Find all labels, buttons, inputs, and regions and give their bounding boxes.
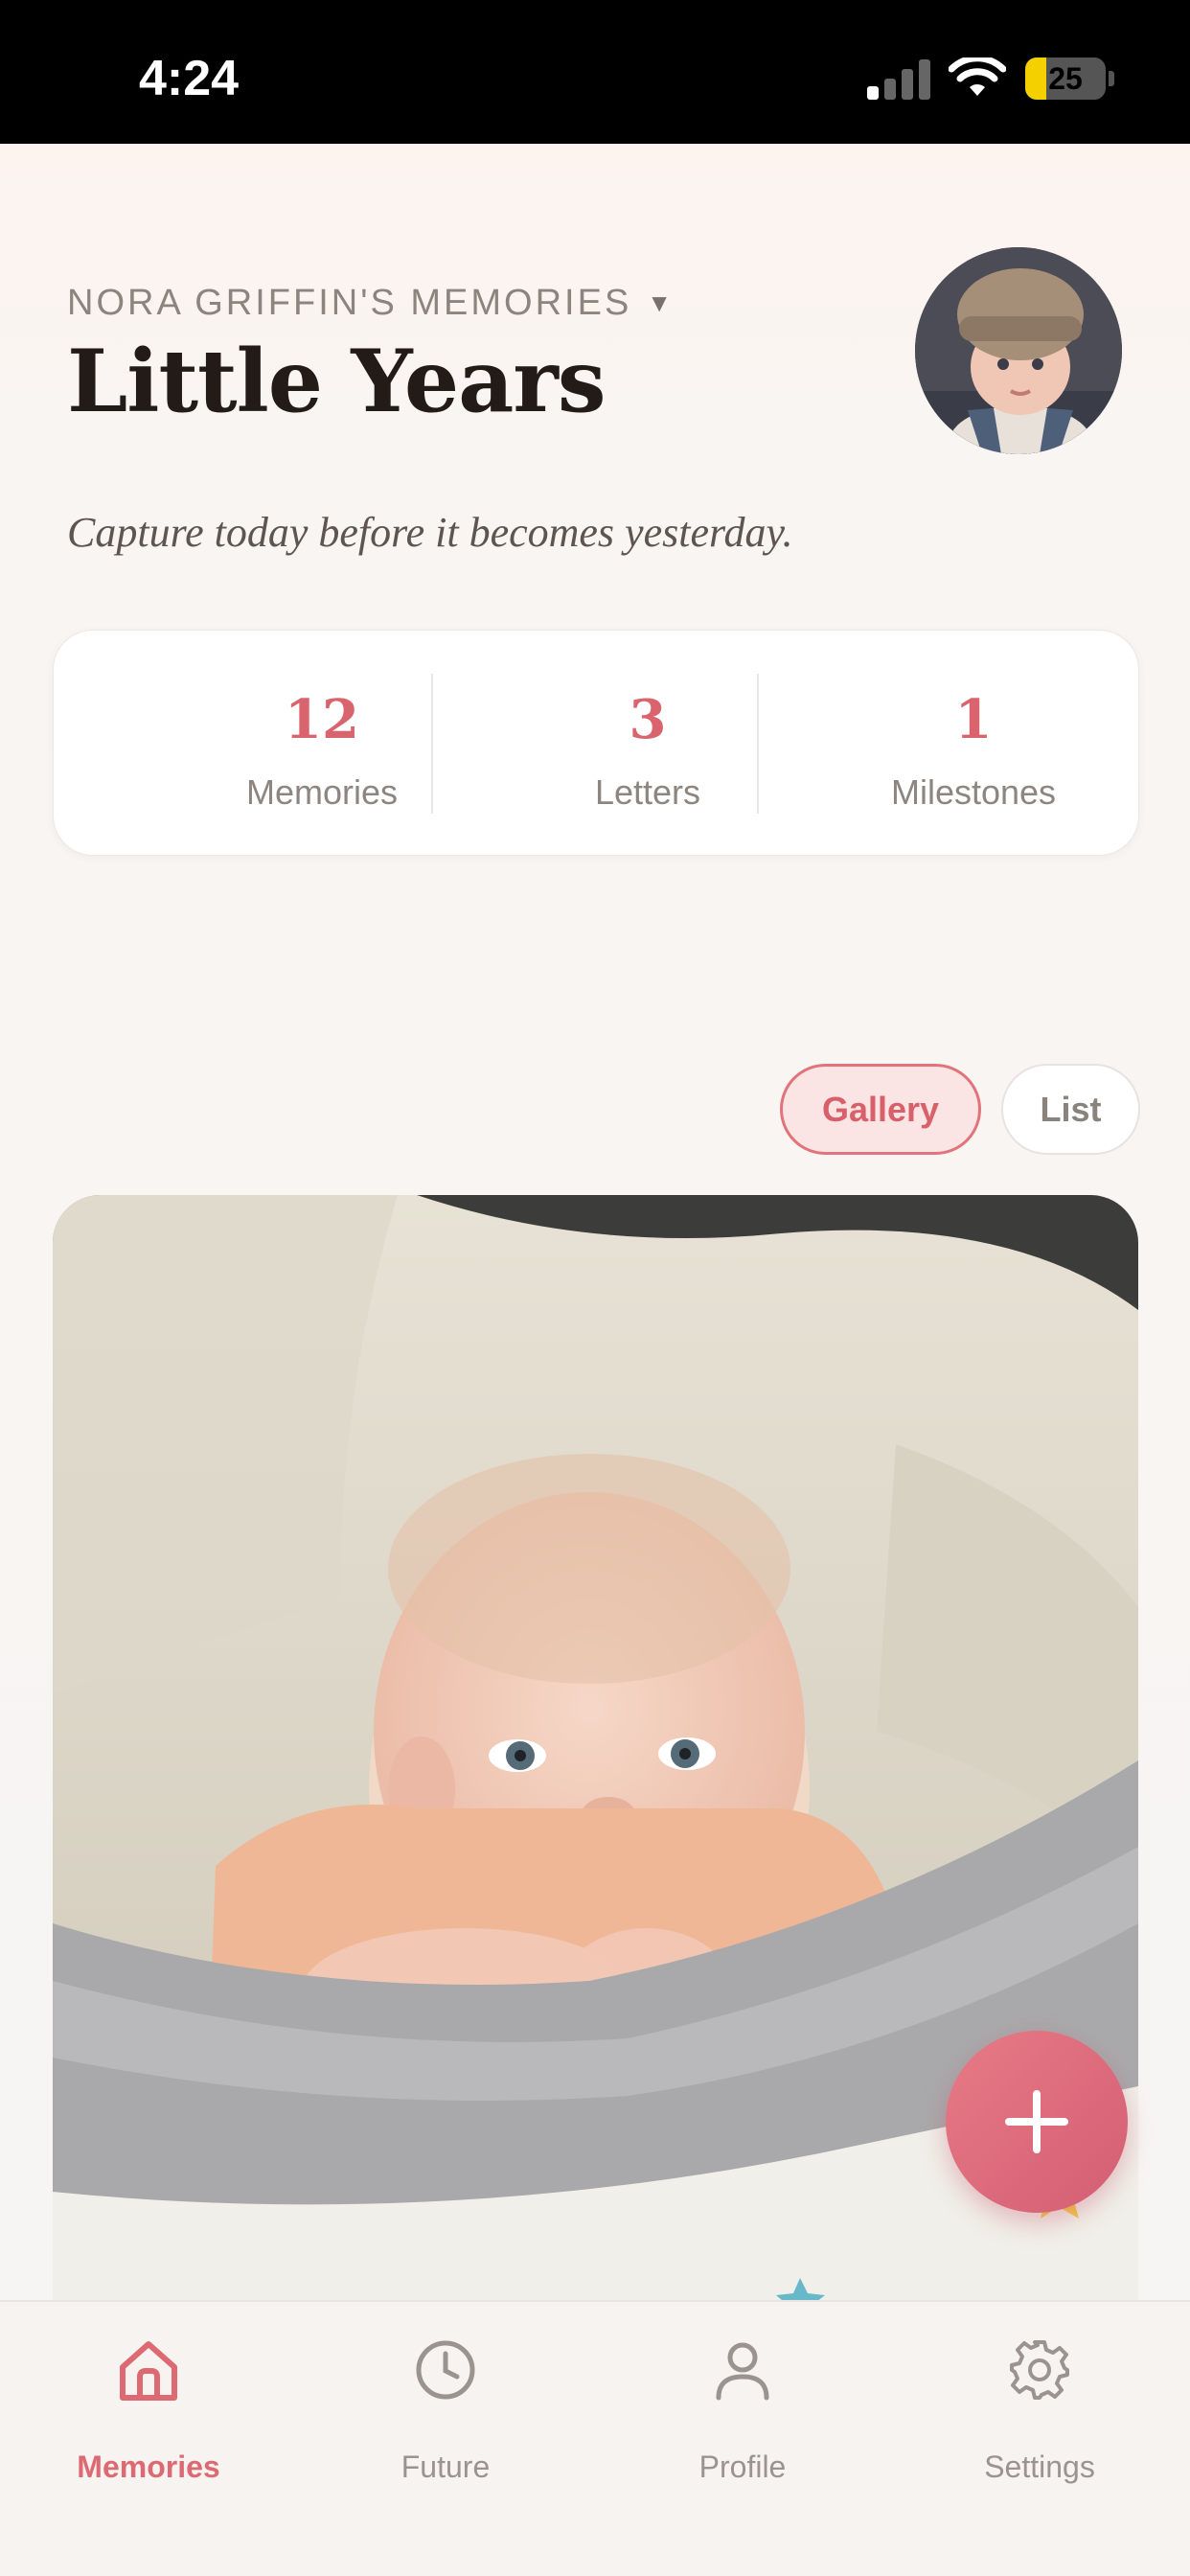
- tab-memories[interactable]: Memories: [24, 2338, 273, 2484]
- tab-future[interactable]: Future: [321, 2338, 570, 2484]
- divider: [431, 674, 433, 814]
- tab-label: Future: [400, 2450, 491, 2484]
- divider: [757, 674, 759, 814]
- stat-value: 12: [285, 688, 359, 751]
- caret-down-icon: ▼: [647, 288, 673, 317]
- stat-milestones[interactable]: 1 Milestones: [830, 631, 1117, 857]
- avatar[interactable]: [915, 247, 1122, 454]
- gear-icon: [1010, 2340, 1069, 2400]
- person-icon: [716, 2342, 769, 2401]
- status-bar: 4:24 25: [0, 0, 1190, 144]
- list-view-button[interactable]: List: [1001, 1064, 1140, 1155]
- stat-letters[interactable]: 3 Letters: [504, 631, 791, 857]
- tab-label: Profile: [698, 2450, 787, 2484]
- tab-settings[interactable]: Settings: [915, 2338, 1164, 2484]
- tab-bar: Memories Future Profile Settings: [0, 2300, 1190, 2576]
- plus-icon: [1005, 2090, 1068, 2153]
- profile-switcher[interactable]: NORA GRIFFIN'S MEMORIES ▼: [67, 283, 672, 324]
- profile-switcher-label: NORA GRIFFIN'S MEMORIES: [67, 283, 632, 323]
- tagline: Capture today before it becomes yesterda…: [67, 509, 793, 556]
- status-time: 4:24: [139, 51, 240, 106]
- stat-memories[interactable]: 12 Memories: [178, 631, 466, 857]
- stat-value: 3: [629, 688, 667, 751]
- signal-icon: [867, 58, 930, 100]
- page-title: Little Years: [67, 331, 606, 432]
- stat-value: 1: [954, 688, 993, 751]
- stat-label: Memories: [245, 772, 399, 812]
- stat-label: Milestones: [890, 772, 1057, 812]
- clock-icon: [416, 2340, 475, 2400]
- gallery-view-button[interactable]: Gallery: [780, 1064, 981, 1155]
- battery-level: 25: [1048, 61, 1083, 96]
- battery-icon: 25: [1025, 58, 1106, 100]
- home-icon: [120, 2341, 177, 2401]
- tab-profile[interactable]: Profile: [618, 2338, 867, 2484]
- stats-card: 12 Memories 3 Letters 1 Milestones: [53, 630, 1139, 856]
- tab-label: Memories: [77, 2450, 220, 2484]
- stat-label: Letters: [594, 772, 701, 812]
- wifi-icon: [949, 58, 1006, 96]
- add-memory-button[interactable]: [946, 2031, 1128, 2213]
- tab-label: Settings: [984, 2450, 1095, 2484]
